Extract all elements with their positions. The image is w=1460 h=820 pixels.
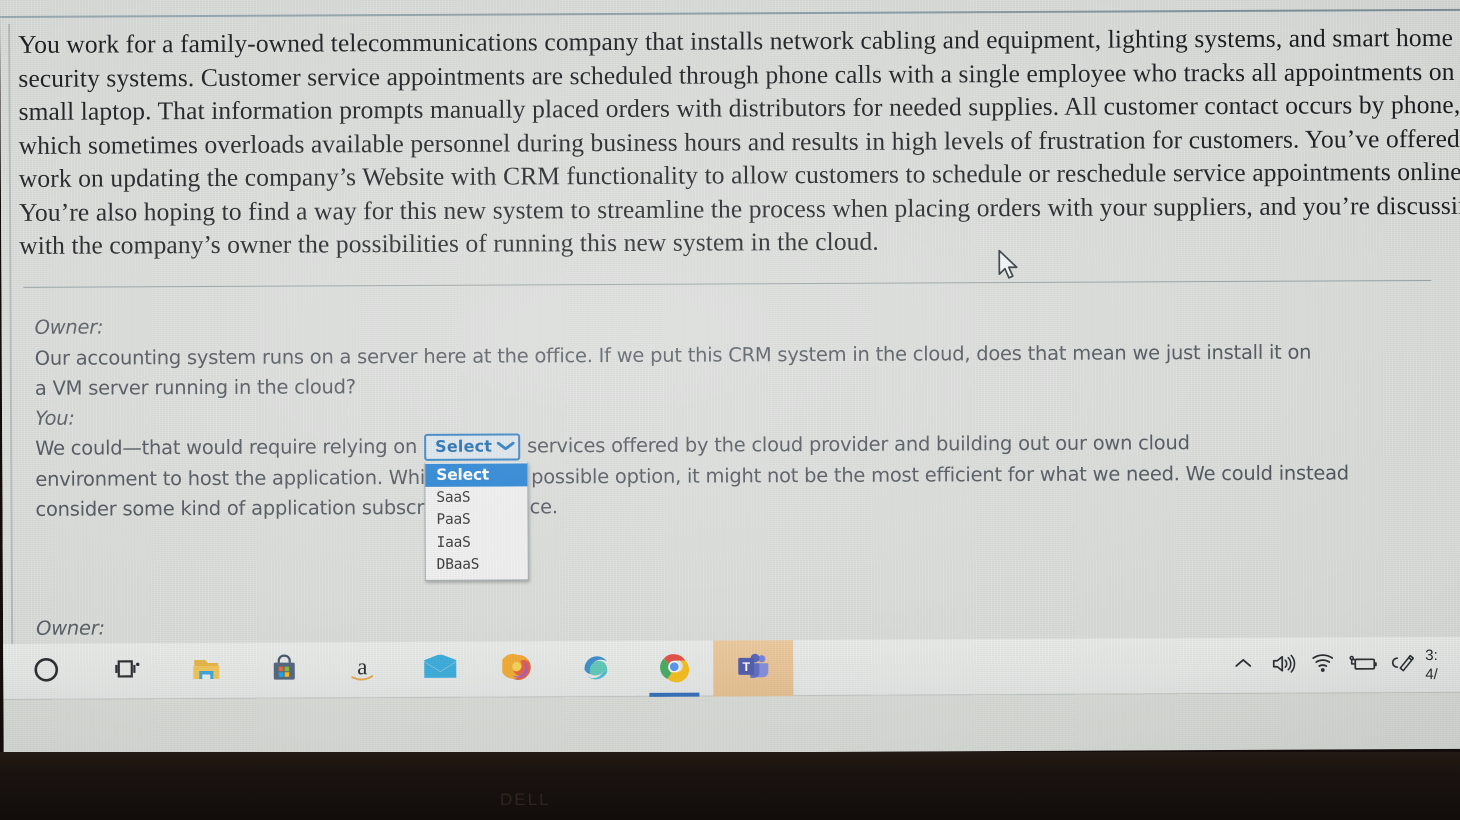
volume-button[interactable]	[1263, 638, 1303, 694]
system-tray[interactable]: 3: 4/	[1223, 637, 1460, 694]
wifi-icon	[1310, 652, 1336, 679]
scenario-paragraph: You work for a family-owned telecommunic…	[18, 21, 1460, 262]
select-option-iaas[interactable]: IaaS	[425, 531, 527, 554]
mail-icon	[422, 653, 458, 685]
top-rule-divider	[0, 8, 1460, 18]
dialogue-text-after-dropdown: services offered by the cloud provider a…	[527, 431, 1190, 458]
monitor-bezel: DELL	[0, 752, 1460, 820]
windows-taskbar[interactable]: a T 3: 4/	[3, 636, 1460, 700]
network-button[interactable]	[1303, 637, 1343, 693]
taskbar-clock[interactable]: 3: 4/	[1423, 637, 1459, 693]
taskbar-item-cortana[interactable]	[3, 644, 89, 700]
svg-text:T: T	[742, 659, 750, 673]
taskbar-item-amazon[interactable]: a	[323, 642, 401, 698]
content-left-edge	[8, 23, 14, 684]
firefox-icon	[500, 651, 534, 688]
select-option-list[interactable]: Select SaaS PaaS IaaS DBaaS	[424, 462, 529, 581]
select-option-select[interactable]: Select	[425, 463, 528, 487]
cortana-icon	[31, 654, 61, 689]
taskbar-item-microsoft-store[interactable]	[245, 642, 323, 698]
cloud-service-select[interactable]: Select Select SaaS PaaS IaaS DBaaS	[424, 433, 529, 581]
taskbar-item-task-view[interactable]	[89, 643, 167, 699]
browser-page: You work for a family-owned telecommunic…	[0, 0, 1460, 756]
scenario-line: You’re also hoping to find a way for thi…	[18, 190, 1460, 227]
dialogue-text-before-dropdown: We could—that would require relying on	[35, 435, 418, 461]
chevron-up-icon	[1234, 657, 1252, 675]
dialogue-you: You: We could—that would require relying…	[35, 397, 1426, 581]
monitor-photo: You work for a family-owned telecommunic…	[0, 0, 1460, 820]
dialogue-owner-first: Owner: Our accounting system runs on a s…	[35, 306, 1425, 404]
section-divider	[23, 280, 1432, 288]
select-value-label: Select	[435, 436, 493, 457]
clock-time: 3:	[1425, 646, 1438, 665]
taskbar-item-file-explorer[interactable]	[167, 643, 245, 699]
select-option-saas[interactable]: SaaS	[425, 486, 527, 509]
teams-icon: T	[736, 652, 770, 685]
taskbar-item-mail[interactable]	[401, 642, 479, 698]
taskbar-item-teams[interactable]: T	[713, 640, 794, 697]
screen-area: You work for a family-owned telecommunic…	[0, 0, 1460, 756]
taskbar-item-chrome[interactable]	[635, 641, 713, 697]
bezel-brand-logo: DELL	[500, 790, 551, 809]
edge-icon	[580, 651, 612, 688]
pen-settings-button[interactable]	[1383, 637, 1423, 693]
scenario-line: with the company’s owner the possibiliti…	[19, 226, 879, 260]
show-hidden-icons-button[interactable]	[1223, 638, 1263, 694]
clock-date: 4/	[1425, 665, 1438, 684]
dialogue-line: consider some kind of application subscr…	[35, 495, 558, 521]
svg-text:a: a	[357, 654, 367, 679]
task-view-icon	[113, 656, 143, 687]
pen-settings-icon	[1390, 652, 1416, 679]
amazon-icon: a	[346, 653, 378, 688]
battery-button[interactable]	[1343, 637, 1383, 693]
volume-icon	[1270, 652, 1296, 679]
select-option-dbaas[interactable]: DBaaS	[426, 553, 528, 576]
battery-charging-icon	[1348, 653, 1378, 678]
microsoft-store-icon	[269, 653, 299, 688]
chevron-down-icon	[496, 440, 515, 453]
select-option-paas[interactable]: PaaS	[425, 508, 527, 531]
select-closed-box[interactable]: Select	[424, 433, 521, 461]
taskbar-item-edge[interactable]	[557, 641, 635, 697]
file-explorer-icon	[189, 654, 223, 687]
taskbar-item-firefox[interactable]	[479, 641, 557, 697]
chrome-icon	[658, 650, 690, 687]
